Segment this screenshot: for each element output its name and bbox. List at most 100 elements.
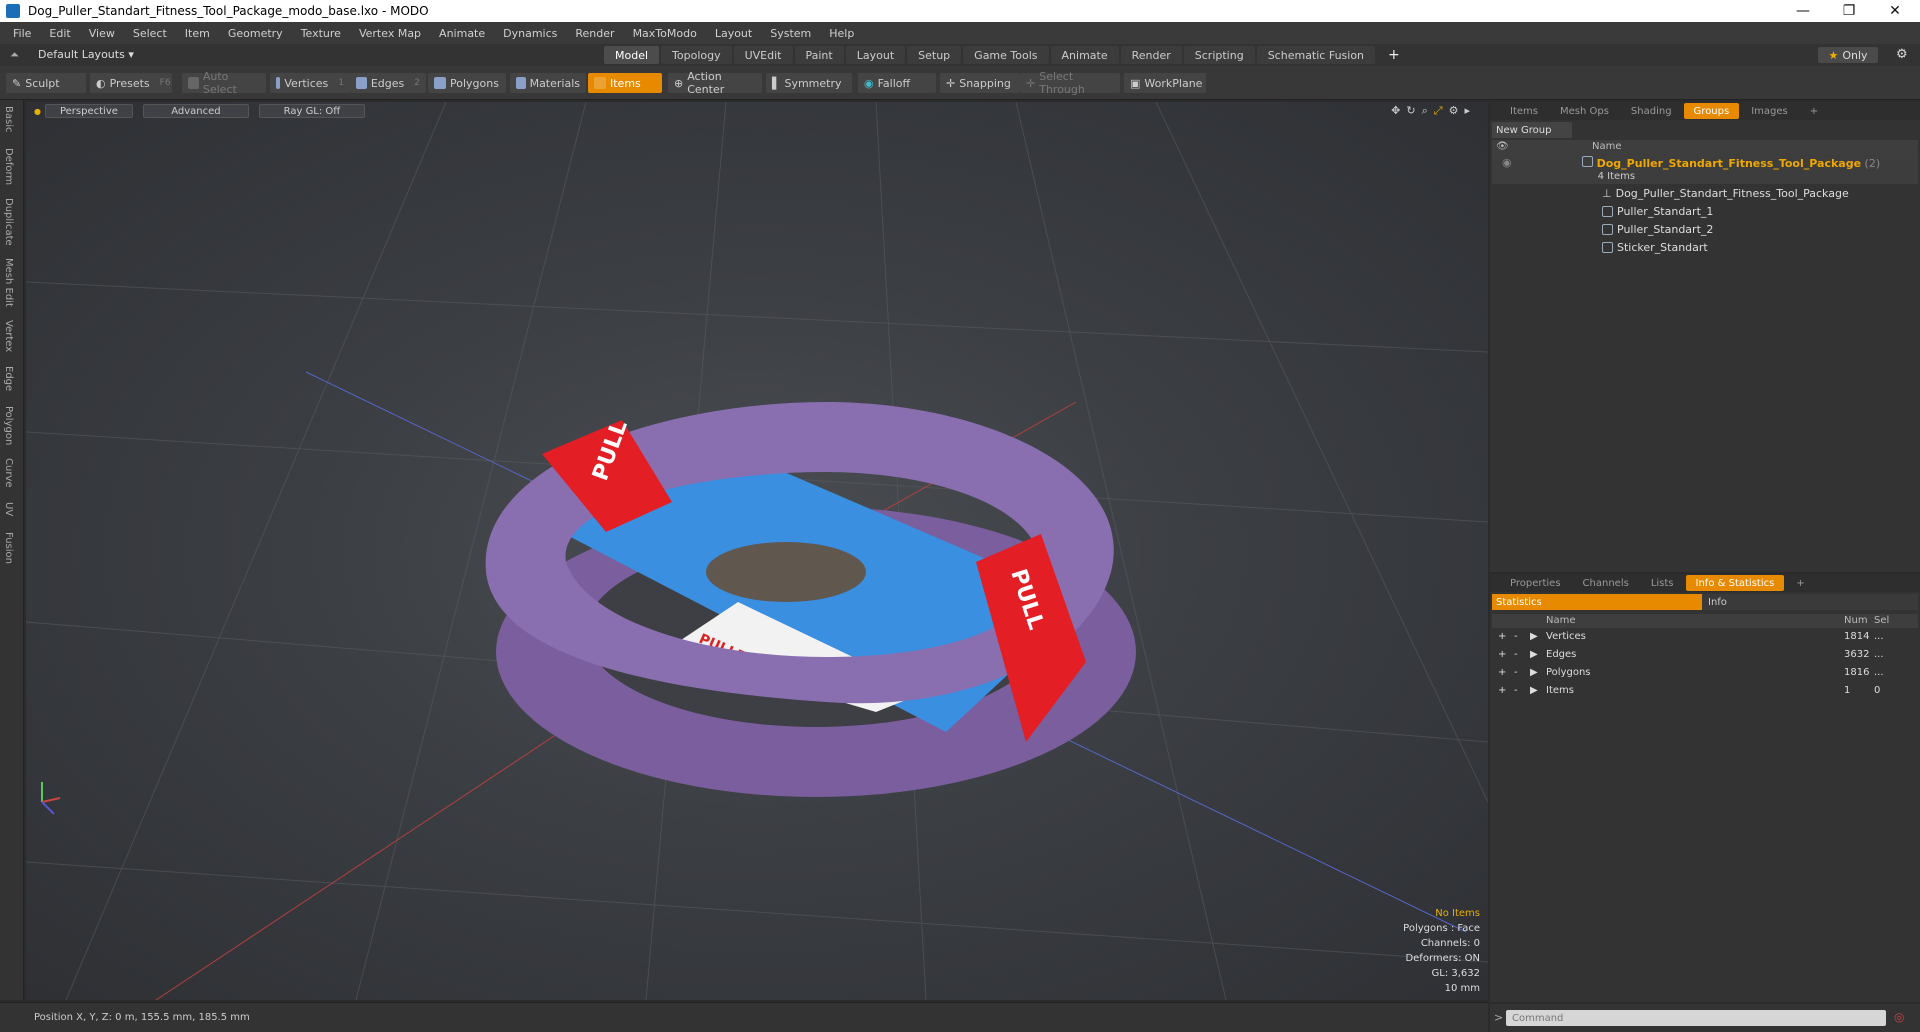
vtab-uv[interactable]: UV (3, 502, 14, 516)
group-child-row[interactable]: ⊥ Dog_Puller_Standart_Fitness_Tool_Packag… (1492, 184, 1918, 202)
3d-viewport[interactable]: PULLER STANDARD PULL PULL ● Perspective … (26, 102, 1488, 1000)
polygons-button[interactable]: Polygons (428, 73, 506, 93)
menu-geometry[interactable]: Geometry (219, 27, 292, 40)
menu-help[interactable]: Help (820, 27, 863, 40)
menu-item[interactable]: Item (176, 27, 219, 40)
collapse-minus-icon[interactable]: - (1514, 631, 1518, 642)
add-tab-icon[interactable]: + (1377, 46, 1411, 64)
vertices-button[interactable]: Vertices 1 (270, 73, 350, 93)
command-input[interactable]: Command (1506, 1010, 1886, 1026)
tab-layout[interactable]: Layout (845, 46, 906, 64)
tab-channels[interactable]: Channels (1573, 575, 1639, 591)
vtab-duplicate[interactable]: Duplicate (3, 198, 14, 246)
add-panel-tab-icon[interactable]: + (1786, 575, 1814, 591)
maximize-view-icon[interactable]: ⤢ (1434, 104, 1443, 118)
tab-animate[interactable]: Animate (1050, 46, 1119, 64)
select-through-button[interactable]: ✛ Select Through (1020, 70, 1120, 96)
rotate-view-icon[interactable]: ↻ (1406, 104, 1415, 118)
workplane-button[interactable]: ▣ WorkPlane (1124, 73, 1206, 93)
vtab-mesh-edit[interactable]: Mesh Edit (3, 258, 14, 307)
tab-images[interactable]: Images (1741, 103, 1798, 119)
tab-info-statistics[interactable]: Info & Statistics (1685, 575, 1785, 591)
menu-view[interactable]: View (80, 27, 124, 40)
menu-texture[interactable]: Texture (292, 27, 350, 40)
menu-vertex-map[interactable]: Vertex Map (350, 27, 430, 40)
vtab-curve[interactable]: Curve (3, 458, 14, 488)
tab-scripting[interactable]: Scripting (1183, 46, 1255, 64)
statistics-tab[interactable]: Statistics (1492, 594, 1702, 610)
sculpt-button[interactable]: ✎ Sculpt (6, 73, 86, 93)
tab-model[interactable]: Model (604, 46, 660, 64)
new-group-button[interactable]: New Group (1492, 122, 1572, 138)
stats-row[interactable]: + - ▶ Items 1 0 (1492, 682, 1918, 700)
tab-game-tools[interactable]: Game Tools (963, 46, 1049, 64)
vtab-vertex[interactable]: Vertex (3, 320, 14, 352)
auto-select-button[interactable]: Auto Select (182, 70, 266, 96)
menu-edit[interactable]: Edit (40, 27, 79, 40)
stats-row[interactable]: + - ▶ Polygons 1816... (1492, 664, 1918, 682)
menu-system[interactable]: System (761, 27, 820, 40)
restore-icon[interactable]: ❐ (1826, 0, 1872, 22)
stats-row[interactable]: + - ▶ Vertices 1814... (1492, 628, 1918, 646)
group-child-row[interactable]: Puller_Standart_2 (1492, 220, 1918, 238)
menu-layout[interactable]: Layout (706, 27, 761, 40)
collapse-minus-icon[interactable]: - (1514, 667, 1518, 678)
menu-animate[interactable]: Animate (430, 27, 494, 40)
snapping-button[interactable]: ✛ Snapping (940, 73, 1020, 93)
tab-properties[interactable]: Properties (1500, 575, 1571, 591)
move-view-icon[interactable]: ✥ (1391, 104, 1400, 118)
close-icon[interactable]: ✕ (1872, 0, 1918, 22)
layout-selector[interactable]: Default Layouts ▾ (38, 48, 134, 61)
record-icon[interactable]: ◎ (1894, 1010, 1904, 1024)
vtab-fusion[interactable]: Fusion (3, 532, 14, 564)
eye-column-icon[interactable]: 👁 (1496, 141, 1509, 152)
materials-button[interactable]: Materials (510, 73, 586, 93)
edges-button[interactable]: Edges 2 (350, 73, 426, 93)
viewport-menu-icon[interactable]: ● (34, 107, 41, 116)
symmetry-button[interactable]: ▌ Symmetry (766, 73, 852, 93)
tab-topology[interactable]: Topology (661, 46, 732, 64)
expand-plus-icon[interactable]: + (1498, 631, 1506, 642)
tab-mesh-ops[interactable]: Mesh Ops (1550, 103, 1619, 119)
menu-file[interactable]: File (4, 27, 40, 40)
tab-uvedit[interactable]: UVEdit (733, 46, 793, 64)
tab-shading[interactable]: Shading (1621, 103, 1682, 119)
tab-setup[interactable]: Setup (907, 46, 962, 64)
group-child-row[interactable]: Puller_Standart_1 (1492, 202, 1918, 220)
menu-select[interactable]: Select (124, 27, 176, 40)
group-row[interactable]: ◉ Dog_Puller_Standart_Fitness_Tool_Packa… (1492, 154, 1918, 184)
vtab-polygon[interactable]: Polygon (3, 406, 14, 445)
stats-row[interactable]: + - ▶ Edges 3632... (1492, 646, 1918, 664)
raygl-button[interactable]: Ray GL: Off (258, 104, 365, 118)
menu-maxtomodo[interactable]: MaxToModo (624, 27, 706, 40)
action-center-button[interactable]: ⊕ Action Center (668, 70, 762, 96)
expand-plus-icon[interactable]: + (1498, 649, 1506, 660)
layout-up-icon[interactable]: ⏶ (10, 48, 19, 62)
add-panel-tab-icon[interactable]: + (1800, 103, 1828, 119)
tab-paint[interactable]: Paint (794, 46, 844, 64)
only-button[interactable]: ★ Only (1818, 47, 1878, 63)
zoom-view-icon[interactable]: ⌕ (1422, 104, 1428, 118)
visibility-icon[interactable]: ◉ (1502, 156, 1512, 169)
expand-plus-icon[interactable]: + (1498, 667, 1506, 678)
items-button[interactable]: Items (588, 73, 662, 93)
viewport-settings-icon[interactable]: ⚙ (1449, 104, 1459, 118)
group-child-row[interactable]: Sticker_Standart (1492, 238, 1918, 256)
collapse-minus-icon[interactable]: - (1514, 649, 1518, 660)
presets-button[interactable]: ◐ Presets F6 (90, 73, 172, 93)
menu-dynamics[interactable]: Dynamics (494, 27, 566, 40)
vtab-edge[interactable]: Edge (3, 366, 14, 391)
gear-icon[interactable]: ⚙ (1896, 47, 1908, 62)
expand-plus-icon[interactable]: + (1498, 685, 1506, 696)
tab-render[interactable]: Render (1120, 46, 1182, 64)
tab-items[interactable]: Items (1500, 103, 1548, 119)
info-tab[interactable]: Info (1702, 594, 1918, 610)
vtab-basic[interactable]: Basic (3, 106, 14, 132)
collapse-minus-icon[interactable]: - (1514, 685, 1518, 696)
viewport-expand-icon[interactable]: ▸ (1464, 104, 1470, 118)
tab-schematic-fusion[interactable]: Schematic Fusion (1256, 46, 1376, 64)
minimize-icon[interactable]: — (1780, 0, 1826, 22)
falloff-button[interactable]: ◉ Falloff (858, 73, 936, 93)
tab-lists[interactable]: Lists (1641, 575, 1684, 591)
tab-groups[interactable]: Groups (1683, 103, 1740, 119)
